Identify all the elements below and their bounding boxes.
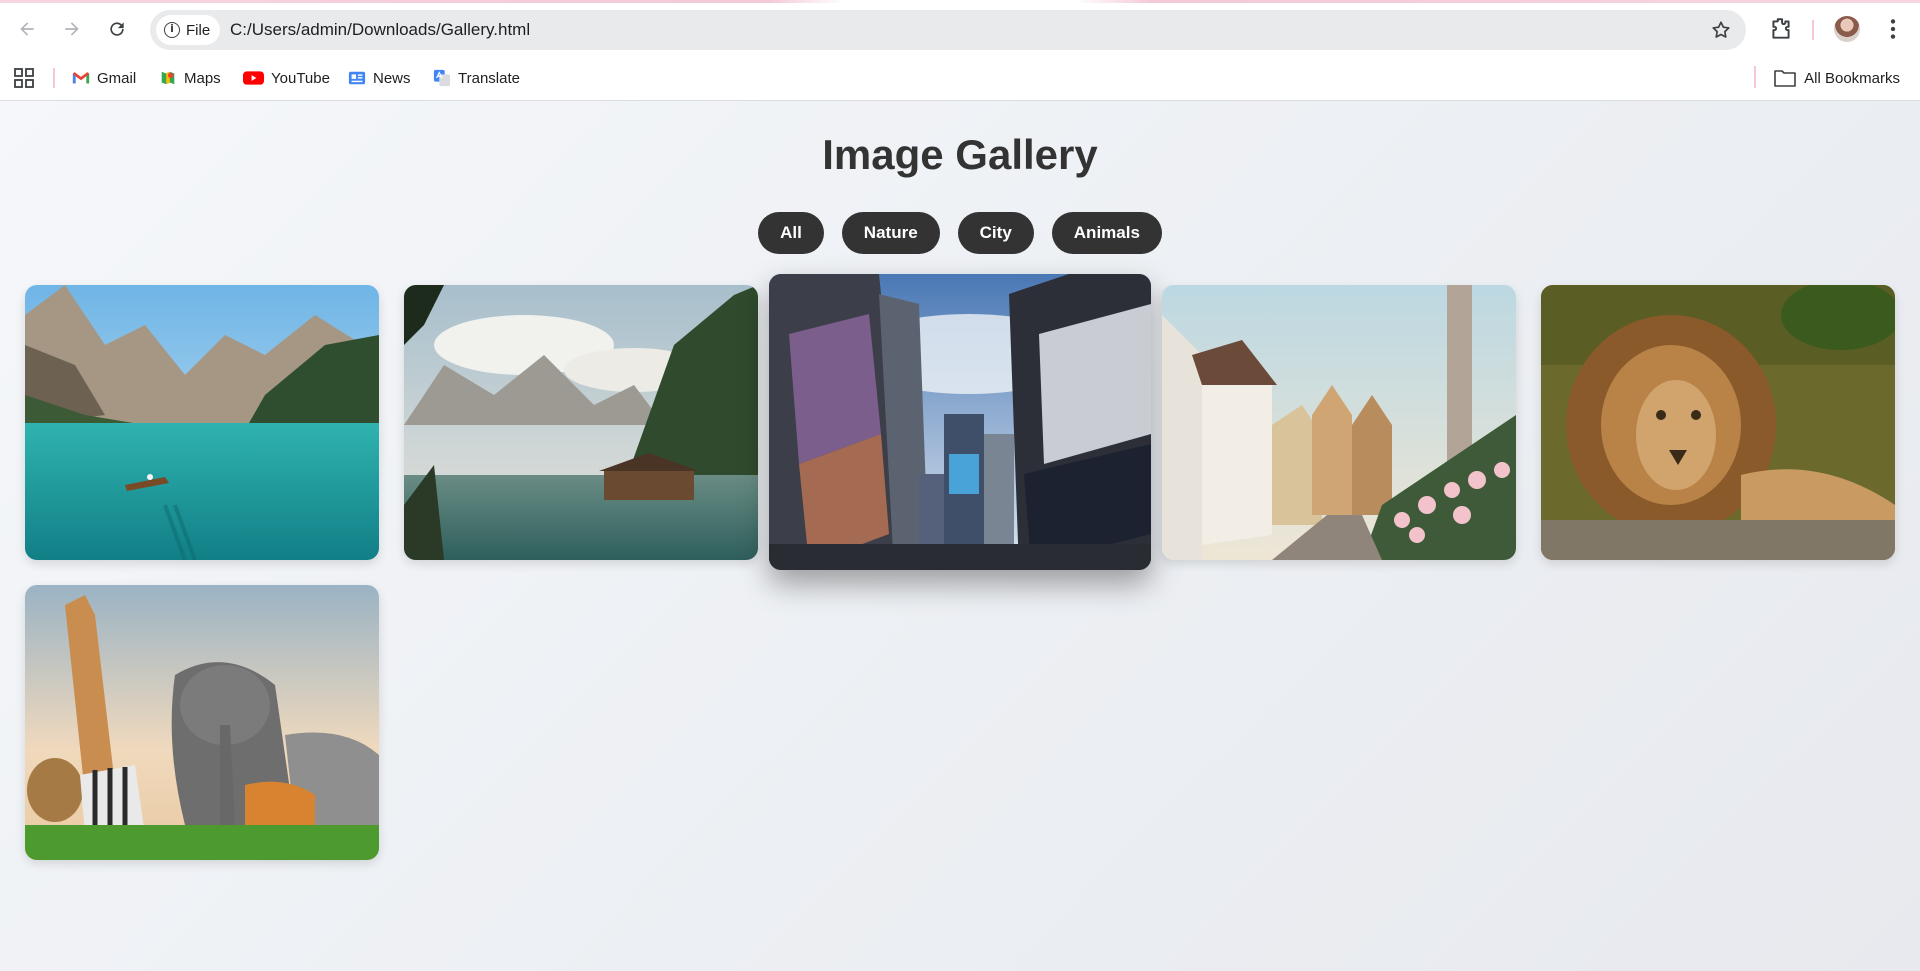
gmail-icon [72, 72, 90, 84]
bookmarks-bar: Gmail Maps YouTube News Translate All Bo… [0, 60, 1920, 101]
youtube-icon [243, 71, 264, 85]
gallery-card-lion[interactable] [1541, 285, 1895, 560]
site-chip-label: File [186, 21, 211, 39]
toolbar-separator [1812, 20, 1814, 40]
all-bookmarks-button[interactable]: All Bookmarks [1774, 65, 1900, 91]
bookmark-gmail[interactable]: Gmail [72, 65, 136, 91]
bookmark-label: Translate [458, 69, 520, 87]
news-icon [348, 71, 366, 85]
reload-button[interactable] [102, 14, 132, 44]
browser-toolbar: i File C:/Users/admin/Downloads/Gallery.… [0, 0, 1920, 60]
lake-cabin-image [404, 285, 758, 560]
filter-bar: All Nature City Animals [0, 212, 1920, 254]
times-square-image [769, 274, 1151, 570]
url-text[interactable]: C:/Users/admin/Downloads/Gallery.html [230, 20, 530, 40]
gallery-card-times-square[interactable] [769, 274, 1151, 570]
gallery-card-wildlife[interactable] [25, 585, 379, 860]
folder-icon [1774, 70, 1796, 87]
wildlife-group-image [25, 585, 379, 860]
bookmark-label: News [373, 69, 411, 87]
bookmark-label: YouTube [271, 69, 330, 87]
page-title: Image Gallery [822, 131, 1098, 178]
bookmarks-separator [1754, 66, 1756, 88]
maps-icon [161, 71, 175, 85]
more-vert-icon[interactable] [1880, 16, 1906, 42]
old-town-street-image [1162, 285, 1516, 560]
gallery-card-old-town[interactable] [1162, 285, 1516, 560]
filter-animals-button[interactable]: Animals [1051, 212, 1162, 254]
filter-nature-button[interactable]: Nature [841, 212, 940, 254]
filter-all-button[interactable]: All [758, 212, 824, 254]
bookmark-translate[interactable]: Translate [433, 65, 520, 91]
bookmark-youtube[interactable]: YouTube [243, 65, 330, 91]
gallery-card-lake-boat[interactable] [25, 285, 379, 560]
info-icon: i [164, 22, 180, 38]
filter-city-button[interactable]: City [957, 212, 1034, 254]
address-bar[interactable]: i File C:/Users/admin/Downloads/Gallery.… [150, 10, 1746, 50]
bookmark-news[interactable]: News [348, 65, 411, 91]
star-icon[interactable] [1710, 19, 1732, 41]
forward-button[interactable] [57, 14, 87, 44]
lion-image [1541, 285, 1895, 560]
apps-grid-icon[interactable] [14, 68, 34, 88]
all-bookmarks-label: All Bookmarks [1804, 69, 1900, 87]
extensions-icon[interactable] [1768, 16, 1794, 42]
arrow-right-icon [65, 22, 79, 36]
gallery-page: Image Gallery All Nature City Animals [0, 101, 1920, 971]
translate-icon [433, 69, 451, 87]
bookmark-maps[interactable]: Maps [159, 65, 221, 91]
back-button[interactable] [12, 14, 42, 44]
bookmarks-divider [53, 68, 55, 88]
bookmark-label: Maps [184, 69, 221, 87]
gallery-card-lake-cabin[interactable] [404, 285, 758, 560]
reload-icon [110, 22, 124, 36]
tab-strip-edge [0, 0, 1920, 3]
lake-boat-image [25, 285, 379, 560]
profile-avatar[interactable] [1834, 16, 1860, 42]
site-info-chip[interactable]: i File [156, 15, 221, 45]
bookmark-label: Gmail [97, 69, 137, 87]
arrow-left-icon [20, 22, 34, 36]
